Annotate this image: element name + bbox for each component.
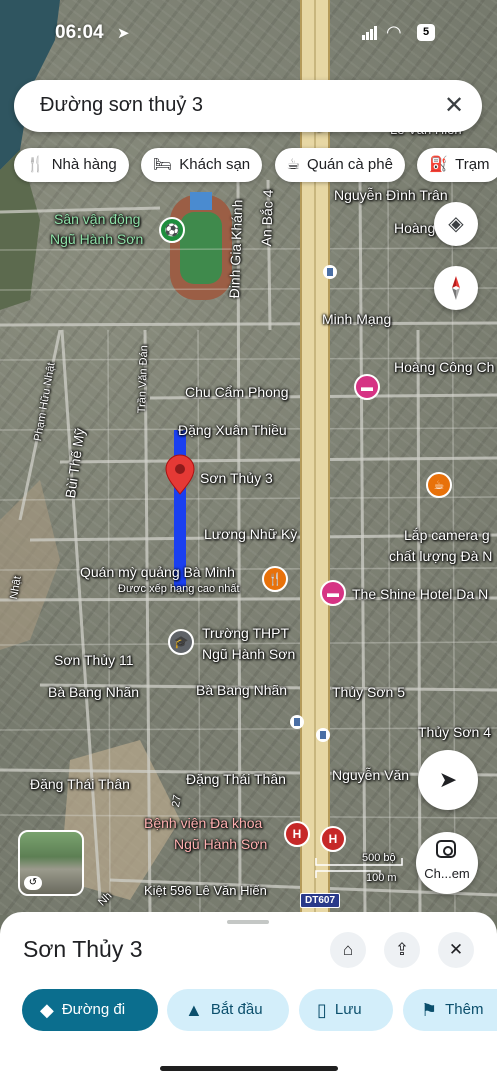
search-bar[interactable]: Đường sơn thuỷ 3 ✕ bbox=[14, 80, 482, 132]
lens-label: Ch...em bbox=[424, 866, 470, 881]
wifi-icon: ◠ bbox=[386, 22, 402, 42]
location-arrow-icon: ➤ bbox=[117, 25, 130, 42]
cafe-icon[interactable]: ☕ bbox=[426, 472, 452, 498]
street-label: Chu Cẩm Phong bbox=[185, 384, 289, 400]
street-label: Bà Bang Nhãn bbox=[48, 684, 140, 700]
poi-label: The Shine Hotel Da N bbox=[352, 586, 489, 602]
street-label: Thủy Sơn 5 bbox=[332, 684, 405, 700]
chip-gas-stations[interactable]: ⛽ Trạm bbox=[417, 148, 497, 182]
street-label: Hoàng bbox=[394, 220, 436, 236]
share-button[interactable]: ⇪ bbox=[384, 932, 420, 968]
hospital-icon[interactable]: H bbox=[284, 821, 310, 847]
street-label: Đặng Thái Thân bbox=[30, 776, 130, 792]
share-icon: ⇪ bbox=[394, 940, 410, 959]
chip-cafes[interactable]: ☕ Quán cà phê bbox=[274, 148, 405, 182]
stadium-field bbox=[180, 212, 222, 284]
street-view-icon: ↺ bbox=[24, 876, 42, 890]
poi-label: Ngũ Hành Sơn bbox=[174, 836, 268, 852]
poi-label: Lắp camera g bbox=[404, 527, 490, 543]
directions-icon: ◆ bbox=[40, 1000, 54, 1021]
fork-knife-icon: 🍴 bbox=[26, 156, 45, 173]
poi-sublabel: Được xếp hạng cao nhất bbox=[118, 583, 240, 595]
hotel-icon[interactable]: ▬ bbox=[354, 374, 380, 400]
bookmark-icon: ▯ bbox=[317, 1000, 327, 1021]
hotel-icon[interactable]: ▬ bbox=[320, 580, 346, 606]
lens-button[interactable]: Ch...em bbox=[416, 832, 478, 894]
bus-stop-icon bbox=[323, 265, 337, 279]
street-label: Nguyễn Đình Trân bbox=[334, 187, 448, 203]
poi-label: Sân vận động bbox=[54, 211, 141, 227]
start-button[interactable]: ▲ Bắt đầu bbox=[167, 989, 289, 1031]
selected-street-label: Sơn Thủy 3 bbox=[200, 470, 273, 486]
search-query[interactable]: Đường sơn thuỷ 3 bbox=[40, 94, 203, 117]
close-sheet-button[interactable]: ✕ bbox=[438, 932, 474, 968]
bus-stop-icon bbox=[290, 715, 304, 729]
camera-search-icon bbox=[436, 840, 456, 858]
poi-label: Trường THPT bbox=[202, 625, 290, 641]
street-label: Sơn Thủy 11 bbox=[54, 652, 134, 668]
street-label: Trần Văn Đán bbox=[136, 344, 151, 414]
street-label: Đặng Thái Thân bbox=[186, 771, 286, 787]
street-label: Đặng Xuân Thiều bbox=[178, 422, 287, 438]
street-label: Hoàng Công Ch bbox=[394, 359, 495, 375]
stadium-icon[interactable]: ⚽ bbox=[159, 217, 185, 243]
chip-hotels[interactable]: 🛏 Khách sạn bbox=[141, 148, 263, 182]
street-label: 27 bbox=[170, 793, 184, 809]
battery-icon: 5 bbox=[417, 24, 435, 41]
bookmark-icon: ⌂ bbox=[342, 940, 354, 959]
street-label: Nguyễn Văn bbox=[332, 767, 410, 783]
street-label: An Bắc 4 bbox=[258, 189, 276, 247]
category-chips: 🍴 Nhà hàng 🛏 Khách sạn ☕ Quán cà phê ⛽ Trạm bbox=[14, 148, 497, 182]
scale-label: 500 bộ bbox=[362, 852, 396, 864]
hospital-icon[interactable]: H bbox=[320, 826, 346, 852]
school-icon[interactable]: 🎓 bbox=[168, 629, 194, 655]
layers-icon: ◈ bbox=[448, 213, 464, 235]
compass-button[interactable] bbox=[434, 266, 478, 310]
poi-label: Ngũ Hành Sơn bbox=[50, 231, 144, 247]
route-shield: DT607 bbox=[300, 893, 341, 908]
poi-label: Ngũ Hành Sơn bbox=[202, 646, 296, 662]
coffee-icon: ☕ bbox=[286, 156, 301, 173]
navigate-arrow-icon: ➤ bbox=[438, 767, 458, 792]
street-label: Thủy Sơn 4 bbox=[418, 724, 491, 740]
bed-icon: 🛏 bbox=[153, 156, 173, 173]
home-indicator bbox=[160, 1066, 338, 1071]
close-icon[interactable]: ✕ bbox=[440, 92, 468, 120]
add-more-button[interactable]: ⚑ Thêm bbox=[403, 989, 497, 1031]
scale-label: 100 m bbox=[366, 872, 397, 884]
poi-label: chất lượng Đà N bbox=[389, 548, 493, 564]
street-view-thumbnail[interactable]: ↺ bbox=[18, 830, 84, 896]
directions-button[interactable]: ◆ Đường đi bbox=[22, 989, 158, 1031]
street-label: Lương Nhữ Kỳ bbox=[204, 526, 298, 542]
restaurant-icon[interactable]: 🍴 bbox=[262, 566, 288, 592]
bus-stop-icon bbox=[316, 728, 330, 742]
compass-icon bbox=[452, 276, 460, 300]
street-label: Kiệt 596 Lê Văn Hiến bbox=[144, 883, 267, 898]
drag-handle[interactable] bbox=[227, 920, 269, 924]
layers-button[interactable]: ◈ bbox=[434, 202, 478, 246]
map-pin-icon bbox=[165, 454, 195, 495]
street-label: Bà Bang Nhãn bbox=[196, 682, 288, 698]
street-label: Minh Mạng bbox=[322, 311, 392, 327]
chip-restaurants[interactable]: 🍴 Nhà hàng bbox=[14, 148, 129, 182]
status-time: 06:04 bbox=[55, 22, 104, 43]
signal-icon bbox=[362, 26, 377, 45]
gas-station-icon: ⛽ bbox=[429, 156, 449, 173]
poi-label: Quán mỳ quảng Bà Minh bbox=[80, 564, 235, 580]
navigate-button[interactable]: ➤ bbox=[418, 750, 478, 810]
start-arrow-icon: ▲ bbox=[185, 1000, 203, 1021]
close-icon: ✕ bbox=[448, 940, 464, 959]
save-place-button[interactable]: ▯ Lưu bbox=[299, 989, 393, 1031]
place-title: Sơn Thủy 3 bbox=[23, 936, 143, 962]
satellite-map[interactable]: 06:04 ➤ ◠ 5 Lê Văn Hiến Nguyễn Đình Trân… bbox=[0, 0, 497, 915]
flag-icon: ⚑ bbox=[421, 1000, 438, 1021]
place-sheet: Sơn Thủy 3 ⌂ ⇪ ✕ ◆ Đường đi ▲ Bắt đầu ▯ Lưu… bbox=[0, 912, 497, 1080]
save-button[interactable]: ⌂ bbox=[330, 932, 366, 968]
poi-label: Bệnh viện Đa khoa bbox=[144, 815, 263, 831]
